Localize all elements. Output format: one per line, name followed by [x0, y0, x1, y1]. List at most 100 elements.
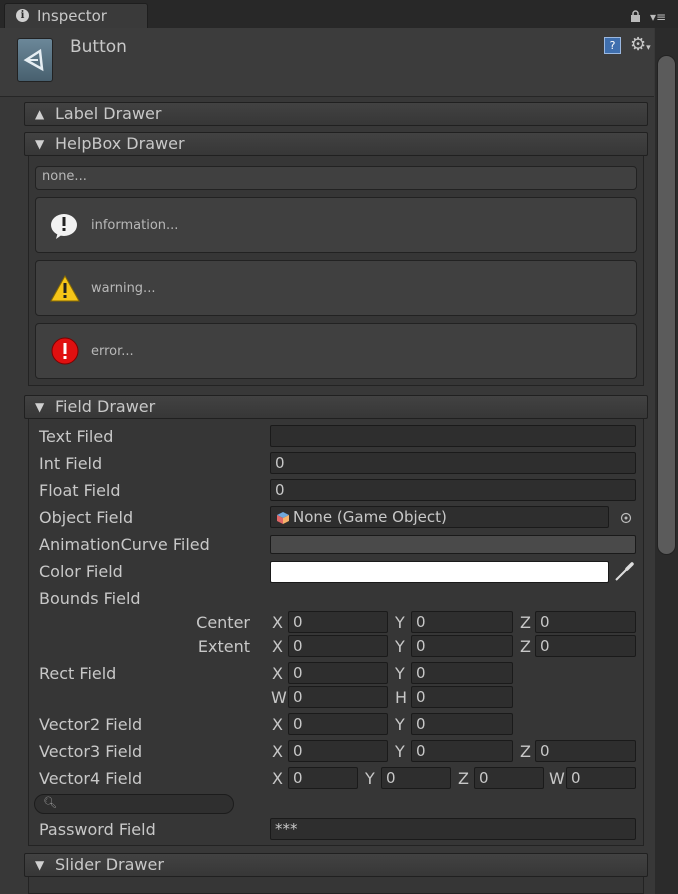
menu-icon[interactable]: ▾≡ — [650, 11, 670, 23]
vector3-y[interactable]: 0 — [411, 740, 513, 762]
lock-icon[interactable] — [630, 10, 641, 22]
axis-label-y: Y — [365, 769, 375, 788]
section-label: Label Drawer — [55, 104, 162, 123]
helpbox-text: none... — [42, 169, 87, 184]
component-title: Button — [70, 37, 127, 57]
expanded-arrow-icon: ▼ — [35, 137, 45, 151]
vector3-x[interactable]: 0 — [288, 740, 388, 762]
bounds-center-x[interactable]: 0 — [288, 611, 388, 633]
bounds-center-label: Center — [196, 613, 250, 632]
object-field[interactable]: None (Game Object) — [270, 506, 609, 528]
tab-inspector[interactable]: i Inspector — [4, 3, 148, 28]
tab-label: Inspector — [37, 7, 107, 25]
warning-icon — [50, 275, 80, 302]
rect-h[interactable]: 0 — [411, 686, 513, 708]
bounds-center-y[interactable]: 0 — [411, 611, 513, 633]
vector4-field-label: Vector4 Field — [39, 769, 143, 788]
float-field-label: Float Field — [39, 481, 121, 500]
vector3-field-label: Vector3 Field — [39, 742, 143, 761]
scrollbar-thumb[interactable] — [657, 55, 676, 555]
float-field[interactable]: 0 — [270, 479, 636, 501]
info-icon — [51, 214, 77, 239]
section-label: Slider Drawer — [55, 855, 164, 874]
rect-w[interactable]: 0 — [288, 686, 388, 708]
bounds-extent-z[interactable]: 0 — [535, 635, 636, 657]
axis-label-x: X — [272, 664, 283, 683]
object-field-label: Object Field — [39, 508, 134, 527]
gameobject-cube-icon — [277, 512, 289, 524]
vector2-y[interactable]: 0 — [411, 713, 513, 735]
label-drawer-header[interactable]: ▲ Label Drawer — [24, 102, 648, 126]
rect-y[interactable]: 0 — [411, 662, 513, 684]
vector4-x[interactable]: 0 — [288, 767, 358, 789]
helpbox-text: information... — [91, 218, 179, 233]
collapsed-arrow-icon: ▲ — [35, 107, 45, 121]
bounds-extent-y[interactable]: 0 — [411, 635, 513, 657]
help-book-icon[interactable]: ? — [604, 37, 621, 54]
axis-label-z: Z — [458, 769, 469, 788]
section-label: HelpBox Drawer — [55, 134, 185, 153]
axis-label-x: X — [272, 769, 283, 788]
helpbox-text: error... — [91, 344, 134, 359]
text-field[interactable] — [270, 425, 636, 447]
bounds-extent-x[interactable]: 0 — [288, 635, 388, 657]
axis-label-y: Y — [395, 664, 405, 683]
expanded-arrow-icon: ▼ — [35, 858, 45, 872]
rect-field-label: Rect Field — [39, 664, 117, 683]
helpbox-text: warning... — [91, 281, 156, 296]
slider-panel — [28, 877, 644, 894]
search-field[interactable]: 🔍︎ — [34, 794, 234, 814]
vector4-y[interactable]: 0 — [381, 767, 451, 789]
axis-label-x: X — [272, 715, 283, 734]
vector3-z[interactable]: 0 — [535, 740, 636, 762]
helpbox-error: error... — [35, 323, 637, 379]
tab-bar: i Inspector ▾≡ — [0, 0, 678, 28]
axis-label-z: Z — [520, 637, 531, 656]
component-header: Button ? ⚙▾ — [0, 28, 654, 97]
vector4-z[interactable]: 0 — [474, 767, 544, 789]
vector4-w[interactable]: 0 — [566, 767, 636, 789]
search-icon: 🔍︎ — [43, 796, 57, 809]
curve-field[interactable] — [270, 535, 636, 554]
curve-field-label: AnimationCurve Filed — [39, 535, 210, 554]
color-field[interactable] — [270, 561, 609, 583]
field-drawer-header[interactable]: ▼ Field Drawer — [24, 395, 648, 419]
axis-label-z: Z — [520, 613, 531, 632]
password-field-label: Password Field — [39, 820, 156, 839]
object-field-value: None (Game Object) — [293, 508, 447, 526]
axis-label-w: W — [271, 688, 287, 707]
axis-label-h: H — [395, 688, 408, 707]
section-label: Field Drawer — [55, 397, 156, 416]
vector2-field-label: Vector2 Field — [39, 715, 143, 734]
helpbox-warning: warning... — [35, 260, 637, 316]
int-field[interactable]: 0 — [270, 452, 636, 474]
bounds-field-label: Bounds Field — [39, 589, 141, 608]
eyedropper-icon[interactable] — [613, 561, 635, 583]
gear-icon[interactable]: ⚙▾ — [630, 34, 651, 55]
axis-label-y: Y — [395, 637, 405, 656]
error-icon — [51, 337, 79, 365]
info-icon: i — [16, 9, 29, 22]
axis-label-z: Z — [520, 742, 531, 761]
rect-x[interactable]: 0 — [288, 662, 388, 684]
slider-drawer-header[interactable]: ▼ Slider Drawer — [24, 853, 648, 877]
axis-label-y: Y — [395, 613, 405, 632]
helpbox-drawer-header[interactable]: ▼ HelpBox Drawer — [24, 132, 648, 156]
axis-label-x: X — [272, 613, 283, 632]
password-field[interactable]: *** — [270, 818, 636, 840]
axis-label-y: Y — [395, 742, 405, 761]
unity-logo-icon — [17, 38, 53, 82]
expanded-arrow-icon: ▼ — [35, 400, 45, 414]
text-field-label: Text Filed — [39, 427, 114, 446]
int-field-label: Int Field — [39, 454, 103, 473]
axis-label-x: X — [272, 637, 283, 656]
object-picker-icon[interactable] — [620, 512, 632, 524]
bounds-extent-label: Extent — [197, 637, 250, 656]
bounds-center-z[interactable]: 0 — [535, 611, 636, 633]
axis-label-y: Y — [395, 715, 405, 734]
axis-label-x: X — [272, 742, 283, 761]
vector2-x[interactable]: 0 — [288, 713, 388, 735]
helpbox-info: information... — [35, 197, 637, 253]
color-field-label: Color Field — [39, 562, 123, 581]
helpbox-none: none... — [35, 166, 637, 190]
